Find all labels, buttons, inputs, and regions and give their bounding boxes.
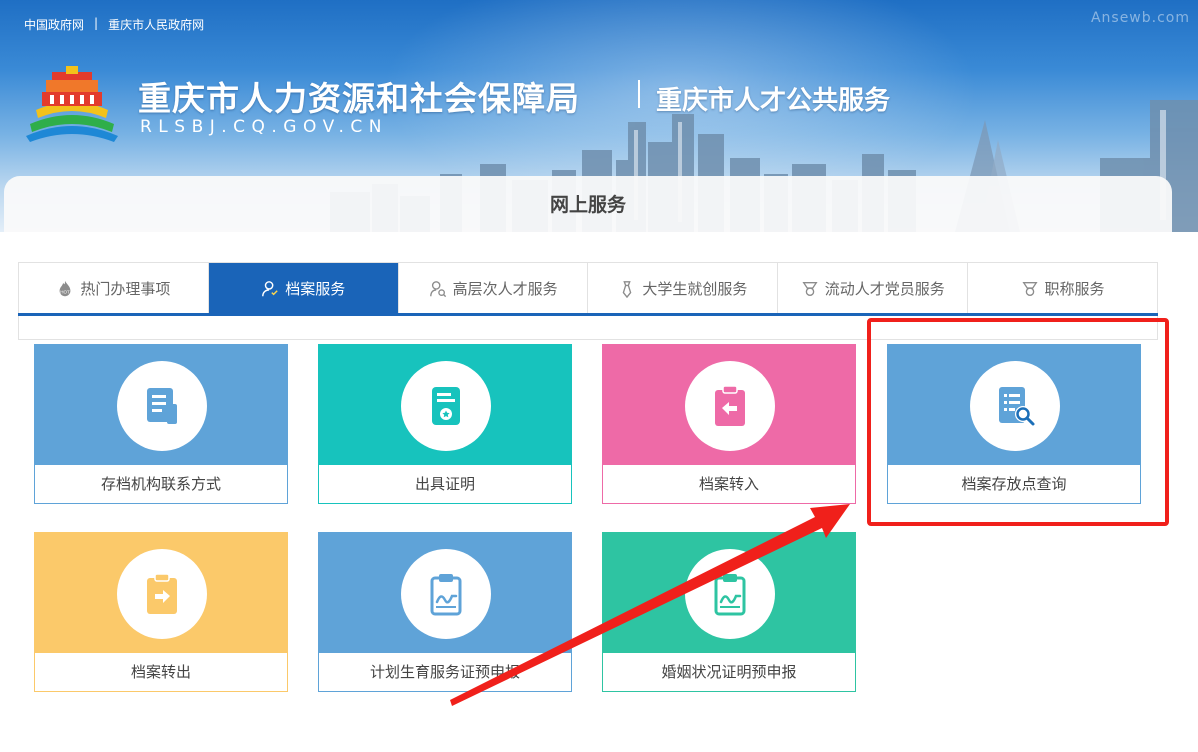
tile-label: 档案转出 [130, 663, 191, 681]
bureau-logo-icon[interactable] [22, 66, 122, 144]
service-archive-transfer-in[interactable]: 档案转入 [602, 344, 856, 504]
clipboard-return-icon [715, 385, 745, 426]
section-title: 网上服务 [549, 194, 626, 216]
tile-label: 档案转入 [698, 475, 759, 493]
tile-icon-circle [117, 549, 207, 639]
tab-archive-service[interactable]: 档案服务 [208, 263, 399, 314]
gov-link[interactable]: 中国政府网 [24, 16, 84, 33]
user-archive-icon [262, 280, 278, 296]
service-archive-transfer-out[interactable]: 档案转出 [34, 532, 288, 692]
service-archive-contact[interactable]: 存档机构联系方式 [34, 344, 288, 504]
tab-label: 职称服务 [1044, 280, 1105, 298]
tie-icon [623, 280, 632, 298]
tab-high-level-talent[interactable]: 高层次人才服务 [399, 263, 589, 314]
header-banner: 中国政府网 | 重庆市人民政府网 Ansewb.com 重庆市人力资源和社会保障… [0, 0, 1198, 232]
tile-icon-circle [685, 549, 775, 639]
tab-label: 大学生就创服务 [642, 280, 748, 298]
tab-label: 档案服务 [285, 280, 346, 298]
online-service-header: 网上服务 [4, 176, 1172, 232]
tab-label: 流动人才党员服务 [824, 280, 945, 298]
document-list-icon [147, 388, 177, 424]
tile-icon-circle [401, 549, 491, 639]
tile-label: 计划生育服务证预申报 [369, 663, 520, 681]
tab-hot-items[interactable]: HOT 热门办理事项 [19, 263, 209, 314]
clipboard-sign-icon [714, 574, 746, 616]
tab-graduate-employment[interactable]: 大学生就创服务 [588, 263, 779, 314]
service-family-planning-declaration[interactable]: 计划生育服务证预申报 [318, 532, 572, 692]
tile-icon-circle [685, 361, 775, 451]
tab-mobile-party-member[interactable]: 流动人才党员服务 [778, 263, 969, 314]
tab-label: 热门办理事项 [80, 280, 171, 298]
tile-icon-circle [117, 361, 207, 451]
tab-professional-title[interactable]: 职称服务 [968, 263, 1157, 314]
tile-label: 存档机构联系方式 [100, 475, 221, 493]
site-subtitle: 重庆市人才公共服务 [656, 86, 891, 116]
top-links: 中国政府网 | 重庆市人民政府网 [24, 16, 204, 33]
medal-icon [802, 281, 818, 296]
service-issue-certificate[interactable]: 出具证明 [318, 344, 572, 504]
service-tabs: HOT 热门办理事项 档案服务 高层次人才服务 大学生就创服务 流动人才党员服务… [18, 262, 1158, 314]
title-divider [638, 80, 640, 108]
hot-flame-icon: HOT [60, 280, 71, 296]
medal-icon [1021, 281, 1038, 296]
watermark: Ansewb.com [1090, 10, 1190, 26]
annotation-highlight-box [867, 318, 1169, 526]
site-title: 重庆市人力资源和社会保障局 [138, 79, 580, 118]
clipboard-forward-icon [147, 573, 177, 614]
service-marital-status-declaration[interactable]: 婚姻状况证明预申报 [602, 532, 856, 692]
link-separator: | [94, 16, 99, 30]
user-search-icon [429, 280, 446, 297]
tab-label: 高层次人才服务 [452, 280, 558, 298]
tile-icon-circle [401, 361, 491, 451]
city-gov-link[interactable]: 重庆市人民政府网 [108, 16, 204, 33]
certificate-icon [432, 387, 460, 425]
clipboard-sign-icon [430, 574, 462, 616]
svg-text:HOT: HOT [61, 289, 71, 294]
site-domain: RLSBJ.CQ.GOV.CN [140, 117, 388, 137]
tile-label: 出具证明 [414, 475, 475, 493]
tile-label: 婚姻状况证明预申报 [661, 663, 797, 681]
